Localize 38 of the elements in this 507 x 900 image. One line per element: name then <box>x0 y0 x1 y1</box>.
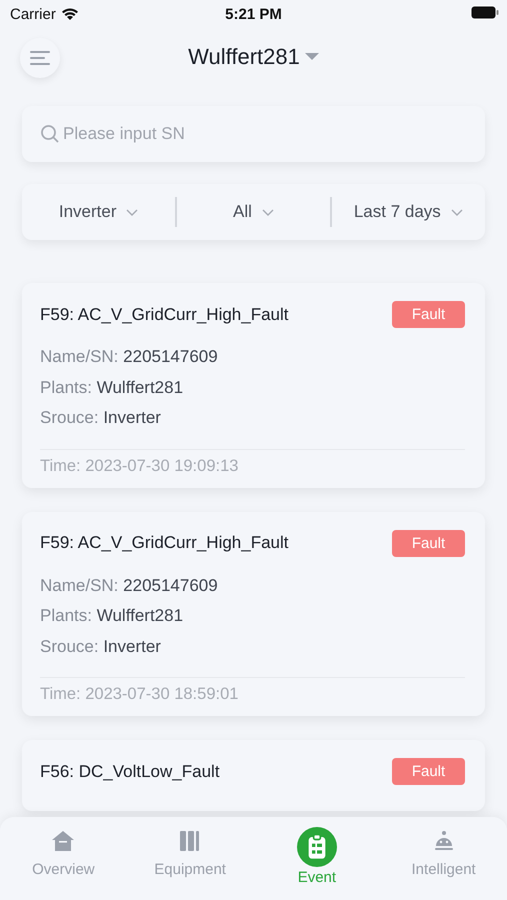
field-value: Inverter <box>103 636 161 656</box>
menu-button[interactable] <box>20 38 60 78</box>
field-label: Srouce: <box>40 636 99 656</box>
event-title: F59: AC_V_GridCurr_High_Fault <box>40 304 289 324</box>
field-value: 2205147609 <box>123 347 218 366</box>
carrier-name: Carrier <box>10 6 56 22</box>
dropdown-icon <box>304 53 319 61</box>
field-label: Name/SN: <box>40 576 118 594</box>
field-value: Inverter <box>103 408 161 427</box>
chevron-down-icon <box>126 208 138 216</box>
battery-icon <box>471 6 499 18</box>
plant-selector[interactable]: Wulffert281 <box>188 44 319 70</box>
chevron-down-icon <box>262 208 274 216</box>
filter-dropdown[interactable]: Inverter <box>22 192 176 232</box>
filter-dropdown[interactable]: All <box>176 192 330 232</box>
field-label: Plants: <box>40 606 92 625</box>
field-value: 2205147609 <box>123 576 218 594</box>
filter-dropdown[interactable]: Last 7 days <box>332 192 485 232</box>
event-time: Time: 2023-07-30 18:59:01 <box>40 677 465 704</box>
event-title: F59: AC_V_GridCurr_High_Fault <box>40 533 289 553</box>
search-icon <box>40 124 60 144</box>
status-badge: Fault <box>392 301 465 328</box>
field-label: Srouce: <box>40 408 99 427</box>
clipboard-icon <box>296 827 337 867</box>
status-badge: Fault <box>392 530 465 556</box>
chevron-down-icon <box>450 208 463 216</box>
field-value: Wulffert281 <box>96 606 184 625</box>
clock-time: 5:21 PM <box>225 6 282 22</box>
home-icon <box>51 829 76 853</box>
field-label: Plants: <box>40 378 92 396</box>
search-field[interactable]: Please input SN <box>22 106 485 162</box>
wifi-icon <box>60 7 79 21</box>
event-title: F56: DC_VoltLow_Fault <box>40 762 220 782</box>
status-badge: Fault <box>392 758 465 785</box>
menu-icon <box>30 50 50 66</box>
event-time: Time: 2023-07-30 19:09:13 <box>40 448 465 476</box>
field-label: Name/SN: <box>40 347 118 366</box>
field-value: Wulffert281 <box>96 378 184 396</box>
